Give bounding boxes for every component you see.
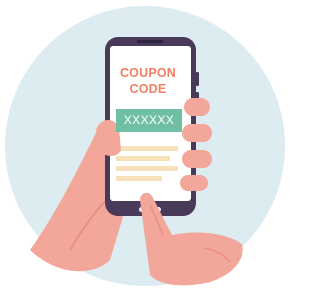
- illustration-canvas: [5, 6, 285, 286]
- coupon-heading-line1: COUPON: [119, 66, 177, 80]
- coupon-heading-line2: CODE: [129, 82, 167, 96]
- phone-side-button: [195, 72, 199, 86]
- placeholder-line: [116, 166, 178, 171]
- finger-icon: [184, 98, 210, 116]
- placeholder-line: [116, 156, 170, 161]
- finger-icon: [182, 124, 212, 142]
- finger-icon: [180, 175, 208, 191]
- phone-speaker: [137, 40, 163, 43]
- placeholder-line: [116, 176, 162, 181]
- placeholder-line: [116, 146, 178, 151]
- coupon-illustration: COUPON CODE XXXXXX: [0, 0, 289, 290]
- finger-icon: [182, 150, 212, 168]
- coupon-code-box: XXXXXX: [116, 109, 182, 132]
